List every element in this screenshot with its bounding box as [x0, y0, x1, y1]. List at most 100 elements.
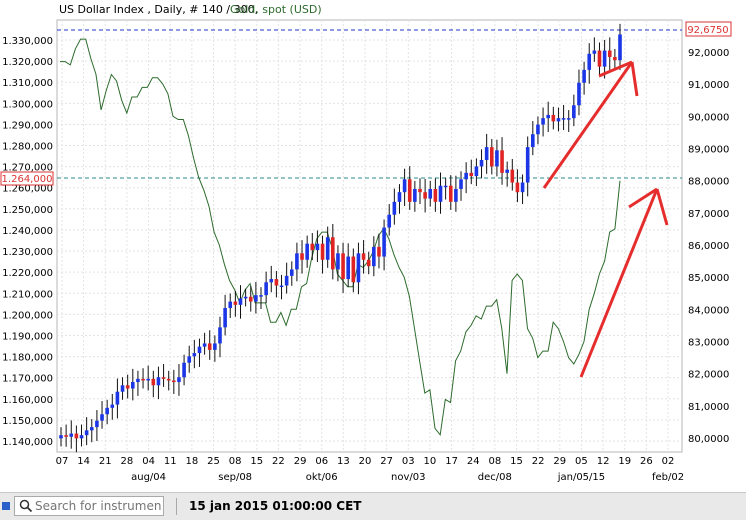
- candle-up: [336, 253, 340, 270]
- candle-up: [279, 285, 284, 288]
- x-month-label: dec/08: [478, 472, 512, 483]
- x-tick-label: 28: [121, 456, 134, 467]
- left-tick-label: 1.180,000: [2, 353, 53, 364]
- candle-up: [372, 246, 376, 267]
- candle-up: [479, 159, 484, 167]
- candle-down: [74, 433, 79, 439]
- candle-up: [110, 404, 115, 408]
- candle-down: [433, 188, 438, 202]
- x-tick-label: 02: [662, 456, 675, 467]
- candle-up: [59, 435, 63, 439]
- x-tick-label: 25: [207, 456, 220, 467]
- candle-up: [546, 114, 551, 119]
- candle-up: [238, 298, 243, 305]
- candle-up: [582, 69, 586, 83]
- candle-up: [89, 427, 94, 431]
- candle-up: [392, 201, 397, 215]
- x-month-axis: aug/04 sep/08 okt/06 nov/03 dec/08 jan/05/15 f…: [131, 472, 684, 483]
- left-tick-label: 1.170,000: [2, 374, 53, 385]
- left-tick-label: 1.250,000: [2, 205, 53, 216]
- candle-up: [146, 378, 150, 381]
- candle-up: [100, 414, 104, 421]
- left-tick-label: 1.150,000: [2, 416, 53, 427]
- candle-up: [187, 356, 192, 363]
- x-month-label: okt/06: [306, 472, 338, 483]
- candle-down: [469, 172, 474, 177]
- x-month-label: aug/04: [131, 472, 166, 483]
- candle-up: [69, 433, 74, 437]
- candle-up: [284, 275, 289, 286]
- left-tick-label: 1.160,000: [2, 395, 53, 406]
- candle-down: [151, 378, 156, 386]
- candle-up: [520, 182, 525, 193]
- x-tick-label: 15: [510, 456, 523, 467]
- right-tick-label: 91,0000: [688, 80, 729, 91]
- candle-up: [541, 118, 545, 125]
- x-tick-label: 29: [553, 456, 566, 467]
- candle-up: [295, 253, 299, 270]
- instrument-color-swatch: [2, 502, 10, 510]
- right-tick-label: 81,0000: [688, 402, 729, 413]
- left-axis: 1.330,000 1.320,000 1.310,000 1.300,000 1.29…: [2, 36, 53, 448]
- candle-down: [510, 169, 515, 183]
- candle-up: [264, 282, 268, 296]
- candle-down: [310, 243, 315, 251]
- right-axis-current-value: 92,6750: [687, 25, 728, 36]
- chart-title: US Dollar Index , Daily, # 140 / 300,: [59, 3, 258, 16]
- candle-up: [213, 343, 217, 350]
- candle-down: [125, 385, 130, 389]
- x-tick-label: 18: [185, 456, 198, 467]
- candle-down: [448, 185, 453, 202]
- candle-up: [618, 34, 622, 61]
- left-axis-current-value: 1.264,000: [2, 174, 53, 185]
- candle-up: [156, 377, 161, 386]
- series-name-gold: Gold, spot (USD): [230, 3, 322, 16]
- x-axis: 07 14 21 28 04 11 18 25 08 15 22 29 06 13 20 27 03 10 17 24…: [56, 456, 675, 467]
- left-tick-label: 1.230,000: [2, 247, 53, 258]
- candle-up: [182, 362, 186, 378]
- x-tick-label: 11: [164, 456, 177, 467]
- candle-up: [120, 385, 125, 392]
- x-tick-label: 13: [337, 456, 350, 467]
- candle-up: [428, 188, 433, 199]
- x-tick-label: 06: [315, 456, 328, 467]
- x-month-label: jan/05/15: [557, 472, 605, 483]
- search-field[interactable]: [14, 496, 164, 516]
- candle-up: [443, 185, 448, 188]
- candle-up: [79, 435, 84, 439]
- x-tick-label: 17: [445, 456, 458, 467]
- x-tick-label: 21: [99, 456, 112, 467]
- candle-up: [561, 118, 566, 120]
- candle-up: [536, 124, 540, 135]
- right-tick-label: 90,0000: [688, 112, 729, 123]
- candle-up: [572, 105, 576, 119]
- candle-down: [366, 259, 371, 267]
- left-tick-label: 1.200,000: [2, 310, 53, 321]
- plot-area: [56, 19, 683, 453]
- left-tick-label: 1.210,000: [2, 289, 53, 300]
- right-tick-label: 82,0000: [688, 370, 729, 381]
- candle-down: [351, 256, 356, 283]
- x-month-label: nov/03: [391, 472, 425, 483]
- candle-up: [315, 243, 320, 251]
- left-tick-label: 1.240,000: [2, 226, 53, 237]
- candle-up: [105, 407, 109, 415]
- candle-up: [202, 343, 207, 347]
- candle-up: [346, 256, 350, 280]
- search-input[interactable]: [35, 498, 161, 514]
- candle-down: [515, 182, 520, 193]
- candle-up: [243, 296, 248, 299]
- x-tick-label: 29: [294, 456, 307, 467]
- candle-up: [192, 353, 197, 357]
- x-tick-label: 03: [402, 456, 415, 467]
- candle-down: [233, 301, 238, 305]
- candle-up: [387, 214, 392, 228]
- right-tick-label: 80,0000: [688, 434, 729, 445]
- left-tick-label: 1.310,000: [2, 78, 53, 89]
- candle-up: [197, 346, 202, 354]
- x-tick-label: 22: [532, 456, 545, 467]
- candle-up: [254, 295, 258, 302]
- search-icon: [19, 499, 33, 513]
- x-tick-label: 08: [229, 456, 242, 467]
- date-readout: 15 jan 2015 01:00:00 CET: [189, 499, 362, 513]
